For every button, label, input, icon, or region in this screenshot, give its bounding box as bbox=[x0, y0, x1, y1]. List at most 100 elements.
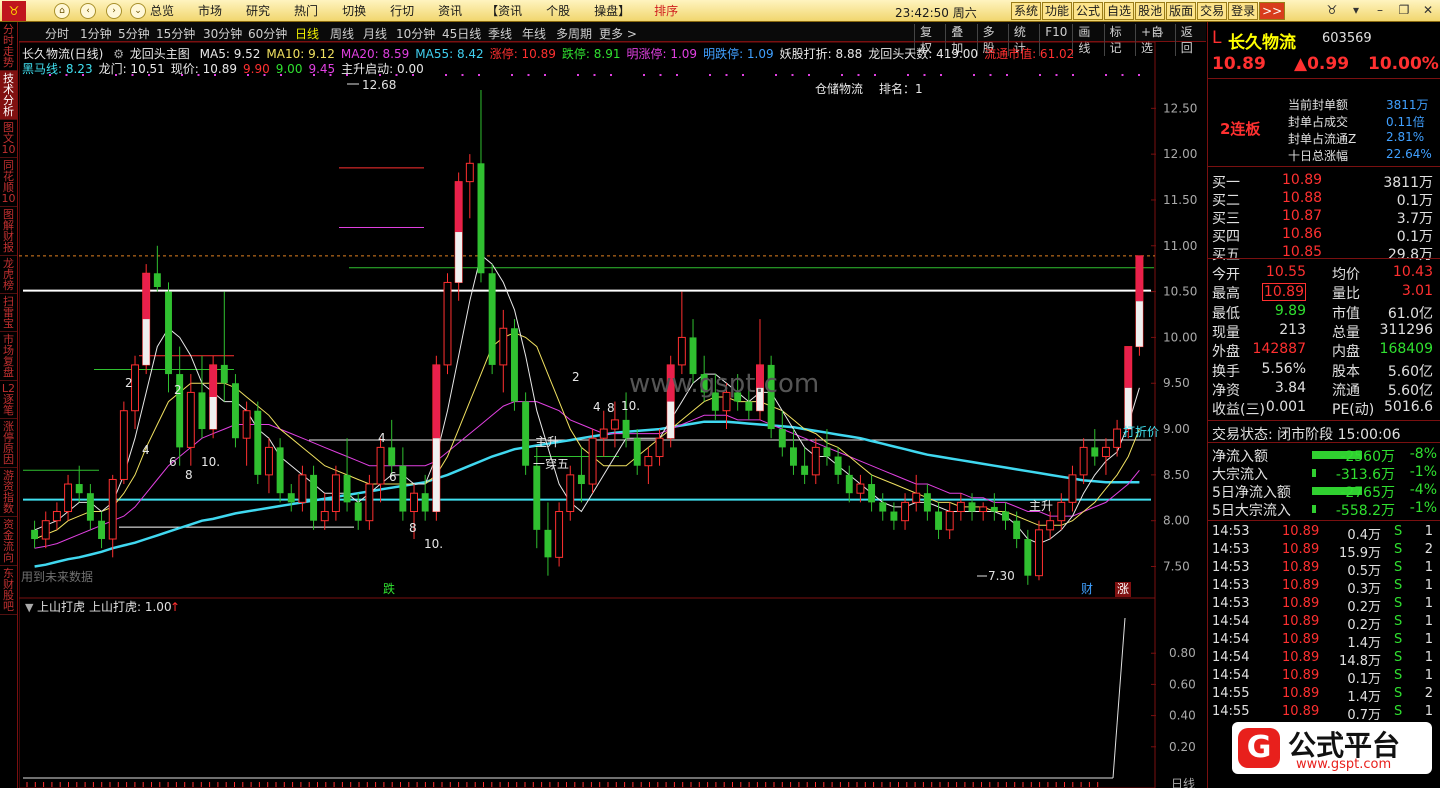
top-menu-item[interactable]: 热门 bbox=[294, 3, 318, 19]
toolbar-button[interactable]: 登录 bbox=[1228, 2, 1259, 20]
top-menu-item[interactable]: 操盘】 bbox=[594, 3, 630, 19]
top-menu-item[interactable]: 市场 bbox=[198, 3, 222, 19]
tick-side: S bbox=[1394, 596, 1403, 611]
quote-value: 9.89 bbox=[1274, 302, 1306, 319]
sidebar-item[interactable]: 技术分析 bbox=[0, 71, 17, 120]
period-tab[interactable]: 更多 > bbox=[599, 25, 637, 42]
period-tab[interactable]: 1分钟 bbox=[80, 25, 112, 42]
quote-value: 10.89 bbox=[1261, 283, 1306, 302]
discount-price-label: 打折价 bbox=[1123, 424, 1159, 439]
candle bbox=[477, 90, 485, 283]
quote-value: 3.01 bbox=[1401, 283, 1433, 300]
toolbar-button[interactable]: 系统 bbox=[1011, 2, 1042, 20]
sidebar-item[interactable]: 图解财报 bbox=[0, 207, 17, 256]
dropdown-icon[interactable]: ⌄ bbox=[130, 3, 146, 19]
top-menu-item[interactable]: 切换 bbox=[342, 3, 366, 19]
tick-count: 1 bbox=[1424, 650, 1433, 665]
center-watermark: www.gspt.com bbox=[629, 369, 819, 399]
top-menu-item[interactable]: 总览 bbox=[150, 3, 174, 19]
finance-marker: 财 bbox=[1081, 582, 1093, 596]
candle bbox=[131, 355, 139, 430]
sidebar-item[interactable]: 游资指数 bbox=[0, 468, 17, 517]
seal-row: 封单占成交 0.11倍 bbox=[1208, 113, 1440, 131]
top-menu-item[interactable]: 研究 bbox=[246, 3, 270, 19]
toolbar-button[interactable]: 自选 bbox=[1104, 2, 1135, 20]
diamond-icon[interactable]: ◇ bbox=[1154, 25, 1163, 39]
quote-key: 换手 bbox=[1212, 363, 1240, 380]
y-tick-label: 8.50 bbox=[1163, 468, 1190, 482]
quote-key: 外盘 bbox=[1212, 344, 1240, 361]
period-tab[interactable]: 月线 bbox=[363, 25, 387, 42]
marker-dot bbox=[907, 74, 909, 76]
flow-pct: -1% bbox=[1409, 464, 1437, 480]
period-tab[interactable]: 45日线 bbox=[442, 25, 481, 42]
skin-icon[interactable]: ▾ bbox=[1344, 3, 1368, 17]
top-menu-item[interactable]: 行切 bbox=[390, 3, 414, 19]
minimize-icon[interactable]: – bbox=[1368, 3, 1392, 17]
fund-flow-row: 净流入额 -2560万 -8% bbox=[1208, 446, 1440, 465]
tick-side: S bbox=[1394, 542, 1403, 557]
sidebar-item[interactable]: 同花顺10 bbox=[0, 158, 17, 207]
toolbar-button[interactable]: 交易 bbox=[1197, 2, 1228, 20]
candle bbox=[1101, 438, 1110, 475]
sub-pane-header: ▼ 上山打虎 上山打虎: 1.00↑ bbox=[25, 600, 180, 614]
candle bbox=[555, 502, 564, 567]
home-icon[interactable]: ⌂ bbox=[54, 3, 70, 19]
sidebar-item[interactable]: 东财股吧 bbox=[0, 566, 17, 615]
toolbar-button[interactable]: 公式 bbox=[1073, 2, 1104, 20]
forward-icon[interactable]: › bbox=[106, 3, 122, 19]
sub-title[interactable]: 上山打虎 bbox=[37, 600, 85, 614]
period-tab[interactable]: 日线 bbox=[295, 25, 319, 42]
toolbar-button[interactable]: 功能 bbox=[1042, 2, 1073, 20]
maximize-icon[interactable]: ❐ bbox=[1392, 3, 1416, 17]
sidebar-item[interactable]: 资金流向 bbox=[0, 517, 17, 566]
sidebar-item[interactable]: 扫雷宝 bbox=[0, 294, 17, 332]
y-tick-label: 12.50 bbox=[1163, 101, 1197, 115]
tick-count: 1 bbox=[1424, 668, 1433, 683]
count-label: 6 bbox=[389, 470, 397, 484]
toolbar-button[interactable]: 股池 bbox=[1135, 2, 1166, 20]
period-tab[interactable]: 年线 bbox=[522, 25, 546, 42]
marker-dot bbox=[874, 74, 876, 76]
top-menu-item[interactable]: 个股 bbox=[546, 3, 570, 19]
sidebar-item[interactable]: 市场复盘 bbox=[0, 332, 17, 381]
period-tab[interactable]: 5分钟 bbox=[118, 25, 150, 42]
period-tab[interactable]: 15分钟 bbox=[156, 25, 195, 42]
stock-code: 603569 bbox=[1322, 31, 1372, 46]
sub-dropdown-icon[interactable]: ▼ bbox=[25, 601, 34, 614]
tick-volume: 0.5万 bbox=[1347, 564, 1381, 579]
tick-row: 14:54 10.89 0.2万 S 1 bbox=[1208, 614, 1440, 633]
period-tab[interactable]: 季线 bbox=[488, 25, 512, 42]
sub-y-tick-label: 0.20 bbox=[1169, 740, 1196, 754]
sidebar-item[interactable]: 龙虎榜 bbox=[0, 256, 17, 294]
toolbar-button[interactable]: >> bbox=[1259, 2, 1286, 20]
top-menubar: ♉ ⌂ ‹ › ⌄ 总览 市场 研究 热门 切换 行切 资讯 【资讯 个股 操盘】 排序 23:42… bbox=[0, 0, 1440, 22]
kline-chart[interactable]: 12.50 12.00 11.50 11.00 10.50 10.00 9.50 9.00 8.… bbox=[19, 42, 1206, 788]
toolbar-button[interactable]: 版面 bbox=[1166, 2, 1197, 20]
close-icon[interactable]: ✕ bbox=[1416, 3, 1440, 17]
fund-flow-row: 5日净流入额 -2765万 -4% bbox=[1208, 482, 1440, 501]
top-menu-item[interactable]: 资讯 bbox=[438, 3, 462, 19]
top-menu-item[interactable]: 排序 bbox=[654, 3, 678, 19]
period-tab[interactable]: 周线 bbox=[330, 25, 354, 42]
period-tab[interactable]: 60分钟 bbox=[248, 25, 287, 42]
candle bbox=[388, 419, 396, 475]
marker-dot bbox=[1055, 74, 1058, 76]
sidebar-item[interactable]: 涨停原因 bbox=[0, 419, 17, 468]
flow-pct: -8% bbox=[1409, 446, 1437, 462]
period-tab[interactable]: 30分钟 bbox=[203, 25, 242, 42]
back-icon[interactable]: ‹ bbox=[80, 3, 96, 19]
seal-key: 封单占流通Z bbox=[1288, 132, 1357, 146]
candle bbox=[879, 493, 887, 521]
sidebar-item[interactable]: 图文10 bbox=[0, 120, 17, 158]
sidebar-item[interactable]: L2逐笔 bbox=[0, 381, 17, 419]
limit-up-candle-top bbox=[1124, 346, 1132, 388]
sidebar-item[interactable]: 分时走势 bbox=[0, 22, 17, 71]
period-tab[interactable]: 分时 bbox=[45, 25, 69, 42]
period-tab[interactable]: 多周期 bbox=[556, 25, 592, 42]
candle bbox=[778, 410, 786, 457]
period-tab[interactable]: 10分钟 bbox=[396, 25, 435, 42]
top-menu-item[interactable]: 【资讯 bbox=[486, 3, 522, 19]
flow-value: -2560万 bbox=[1340, 449, 1395, 465]
bull-icon[interactable]: ♉ bbox=[1320, 3, 1344, 17]
